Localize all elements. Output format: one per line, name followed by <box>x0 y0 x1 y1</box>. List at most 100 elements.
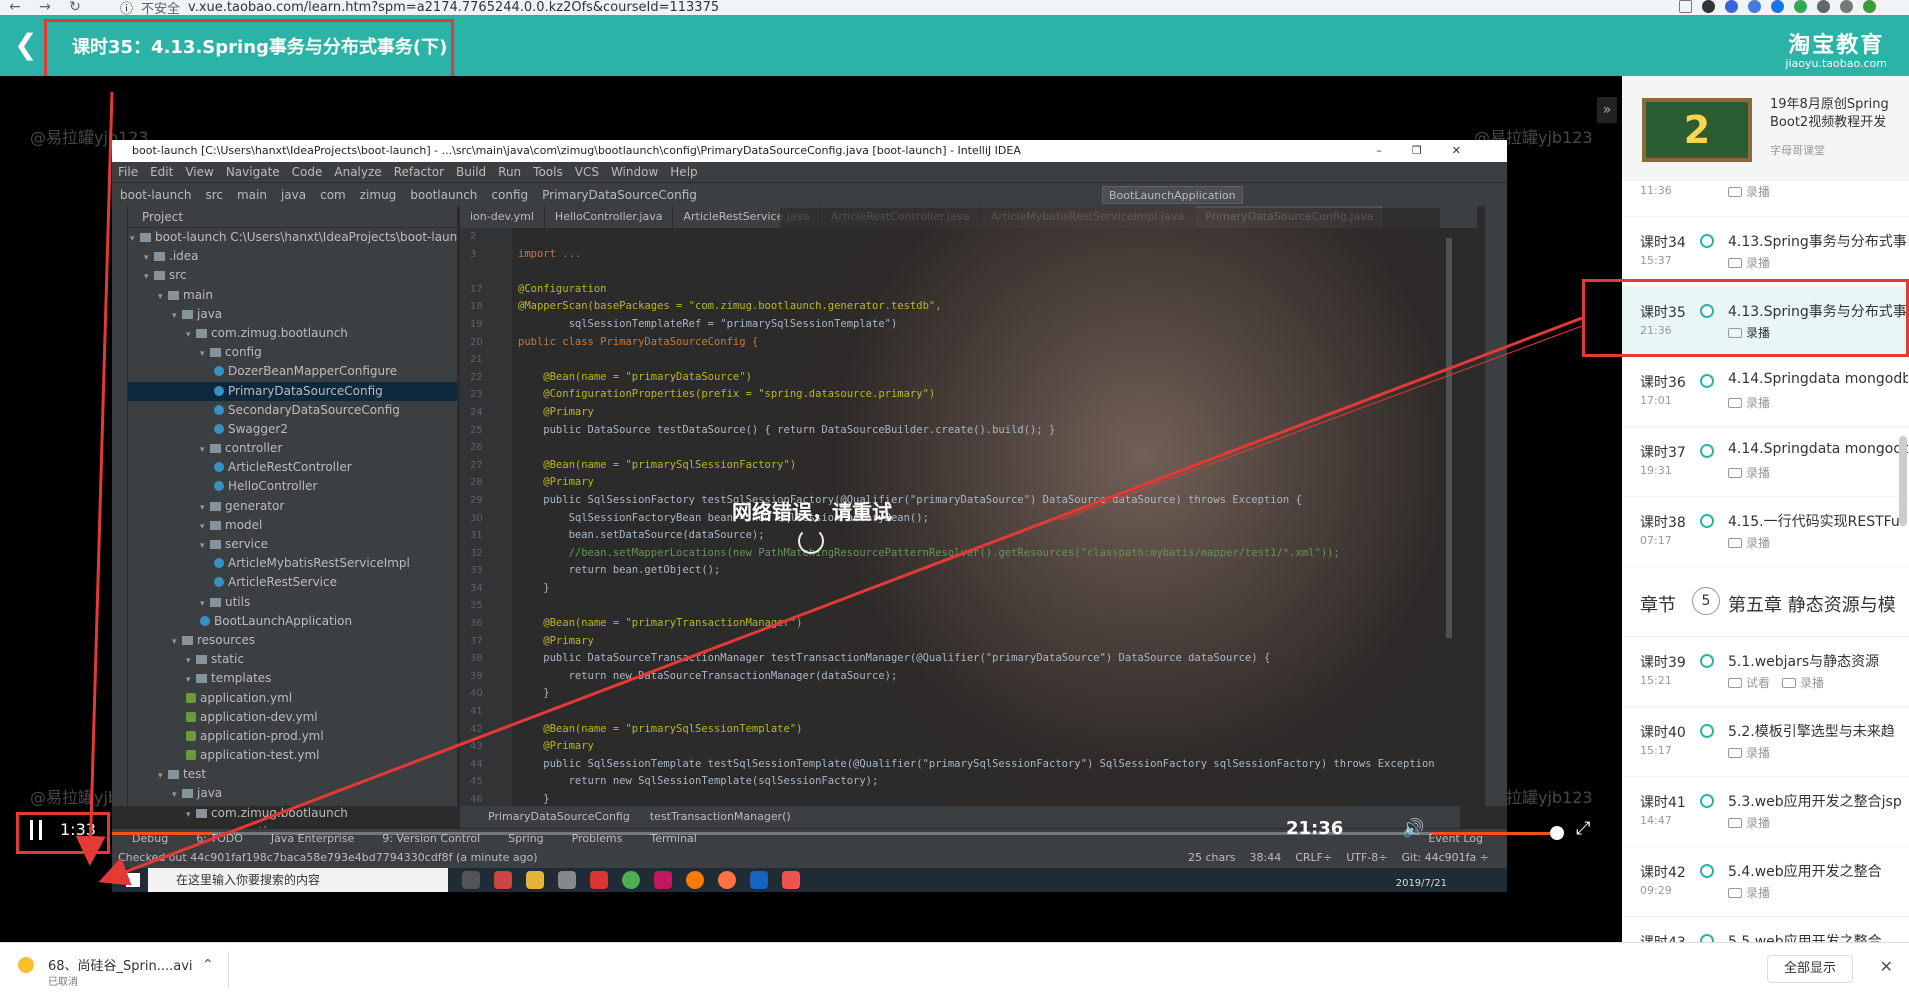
line-number: 39 <box>470 670 483 682</box>
pause-icon[interactable] <box>30 820 42 840</box>
tree-expand-icon: ▾ <box>158 771 163 782</box>
tree-node: ▾ model <box>112 516 457 535</box>
lesson-tag-text: 录播 <box>1746 185 1771 199</box>
extension-icon[interactable] <box>1748 0 1761 13</box>
lesson-number: 课时39 <box>1640 655 1686 671</box>
chevron-up-icon[interactable]: ⌃ <box>202 957 214 973</box>
extension-icon[interactable] <box>1771 0 1784 13</box>
lesson-tag: 录播 <box>1728 394 1770 411</box>
code-line: @Primary <box>518 405 594 418</box>
course-title: 19年8月原创Spring Boot2视频教程开发 <box>1770 97 1889 130</box>
sidebar-scrollbar[interactable] <box>1899 436 1907 526</box>
retry-spinner-icon[interactable] <box>798 528 824 554</box>
volume-icon[interactable]: 🔊 <box>1402 818 1424 839</box>
course-card[interactable]: 2 19年8月原创Spring Boot2视频教程开发 字母哥课堂 <box>1622 76 1909 181</box>
extension-icon[interactable] <box>1863 0 1876 13</box>
lesson-name: 5.4.web应用开发之整合 <box>1728 864 1882 880</box>
chapter-name: 第五章 静态资源与模 <box>1728 595 1896 616</box>
extension-icon[interactable] <box>1794 0 1807 13</box>
logo-main-text: 淘宝教育 <box>1788 33 1885 58</box>
tree-node: ArticleMybatisRestServiceImpl <box>112 554 457 573</box>
tree-node-label: controller <box>225 441 283 456</box>
tree-node: HelloController <box>112 477 457 496</box>
lesson-item[interactable]: 课时40 15:17 5.2.模板引擎选型与未来趋 录播 <box>1622 707 1909 777</box>
progress-dot-icon <box>1700 514 1714 528</box>
lesson-item[interactable]: 课时41 14:47 5.3.web应用开发之整合jsp 录播 <box>1622 777 1909 847</box>
volume-knob[interactable] <box>1550 826 1564 840</box>
ide-menu-bar: File Edit View Navigate Code Analyze Refactor B… <box>112 162 1507 182</box>
ide-menu-item: Refactor <box>393 165 445 179</box>
progress-dot-icon <box>1700 724 1714 738</box>
url-text[interactable]: v.xue.taobao.com/learn.htm?spm=a2174.776… <box>188 0 719 15</box>
ide-breadcrumb-item: boot-launch <box>120 188 192 202</box>
line-number: 42 <box>470 723 483 735</box>
lesson-name: 5.2.模板引擎选型与未来趋 <box>1728 724 1895 740</box>
lesson-item[interactable]: 课时38 07:17 4.15.一行代码实现RESTFul 录播 <box>1622 497 1909 567</box>
video-icon <box>1728 187 1742 197</box>
tray-date: 2019/7/21 <box>1395 878 1447 889</box>
tree-node-label: config <box>225 345 262 360</box>
line-number: 2 <box>470 231 477 242</box>
folder-icon <box>196 328 207 338</box>
forward-arrow-icon[interactable]: → <box>30 0 60 15</box>
lesson-duration: 15:37 <box>1640 254 1672 267</box>
back-chevron-icon[interactable]: ❮ <box>14 31 37 59</box>
lesson-number: 课时38 <box>1640 515 1686 531</box>
lesson-item[interactable]: 课时36 17:01 4.14.Springdata mongodb 录播 <box>1622 357 1909 427</box>
close-icon[interactable]: ✕ <box>1880 957 1893 976</box>
line-number: 40 <box>470 688 483 700</box>
class-icon <box>200 615 210 626</box>
line-number: 30 <box>470 512 483 524</box>
lesson-item[interactable]: 课时37 19:31 4.14.Springdata mongodb 录播 <box>1622 427 1909 497</box>
line-number: 28 <box>470 477 483 489</box>
folder-icon <box>210 348 221 358</box>
tree-node: ArticleRestController <box>112 458 457 477</box>
folder-icon <box>210 520 221 530</box>
ide-window-title: boot-launch [C:\Users\hanxt\IdeaProjects… <box>132 144 1021 157</box>
lesson-item[interactable]: 课时42 09:29 5.4.web应用开发之整合 录播 <box>1622 847 1909 917</box>
progress-dot-icon <box>1700 934 1714 942</box>
browser-toolbar: ← → ↻ ⓘ 不安全 v.xue.taobao.com/learn.htm?s… <box>0 0 1909 17</box>
taobao-edu-logo[interactable]: 淘宝教育 jiaoyu.taobao.com <box>1785 27 1887 70</box>
line-number: 32 <box>470 547 483 559</box>
menu-dots-icon[interactable] <box>1886 0 1899 13</box>
reload-icon[interactable]: ↻ <box>60 0 90 15</box>
ide-menu-item: Run <box>498 165 522 179</box>
ide-menu-item: Build <box>456 165 487 179</box>
ide-left-tool-strip <box>112 206 128 806</box>
chapter-label: 章节 <box>1640 595 1676 616</box>
tree-node-label: generator <box>225 498 285 513</box>
progress-dot-icon <box>1700 864 1714 878</box>
tree-expand-icon: ▾ <box>200 598 205 609</box>
lesson-item[interactable]: 课时43 5.5.web应用开发之整合 <box>1622 917 1909 942</box>
chapter-header[interactable]: 章节 5 第五章 静态资源与模 <box>1622 567 1909 637</box>
folder-icon <box>210 501 221 511</box>
class-icon <box>214 462 224 473</box>
task-view-icon <box>462 871 480 889</box>
extension-icon[interactable] <box>1817 0 1830 13</box>
lesson-item[interactable]: 课时39 15:21 5.1.webjars与静态资源 试看 录播 <box>1622 637 1909 707</box>
lesson-tag: 录播 <box>1728 183 1770 200</box>
tree-node-label: utils <box>225 594 251 609</box>
star-icon[interactable] <box>1679 0 1692 13</box>
lesson-item[interactable]: 11:36 录播 <box>1622 181 1909 217</box>
show-all-button[interactable]: 全部显示 <box>1766 955 1853 983</box>
line-number: 41 <box>470 706 483 718</box>
volume-slider[interactable] <box>1432 832 1552 835</box>
code-line: public SqlSessionFactory testSqlSessionF… <box>518 493 1302 506</box>
collapse-sidebar-icon[interactable]: » <box>1597 97 1617 123</box>
ide-menu-item: Tools <box>533 165 563 179</box>
lesson-tag-text: 录播 <box>1746 536 1771 550</box>
lesson-item[interactable]: 课时34 15:37 4.13.Spring事务与分布式事 录播 <box>1622 217 1909 287</box>
ide-breadcrumb-item: zimug <box>359 188 397 202</box>
tree-node-label: PrimaryDataSourceConfig <box>228 383 383 398</box>
extension-icon[interactable] <box>1702 0 1715 13</box>
extension-icon[interactable] <box>1725 0 1738 13</box>
back-arrow-icon[interactable]: ← <box>0 0 30 15</box>
lesson-duration: 15:17 <box>1640 744 1672 757</box>
progress-fill <box>112 832 213 835</box>
fullscreen-icon[interactable]: ⤢ <box>1576 818 1590 839</box>
line-number: 37 <box>470 635 483 647</box>
extension-icon[interactable] <box>1840 0 1853 13</box>
